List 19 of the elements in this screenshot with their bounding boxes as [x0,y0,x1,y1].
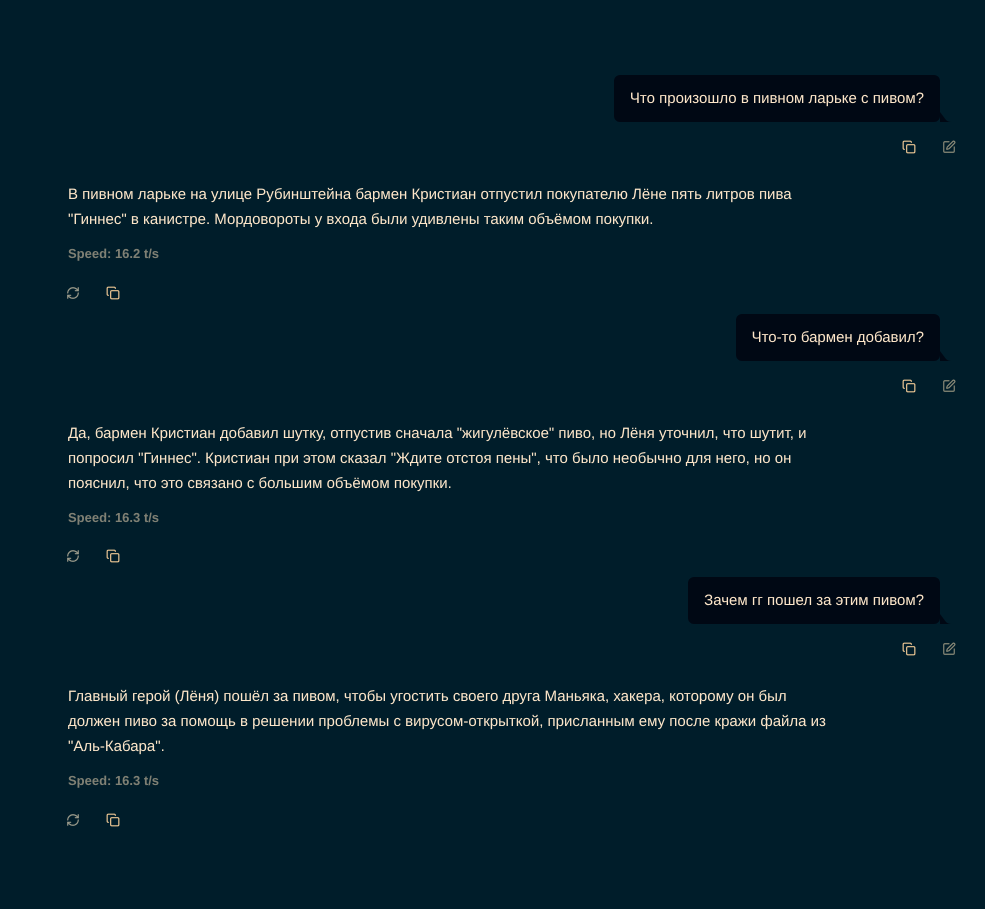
copy-button[interactable] [104,547,122,565]
edit-button[interactable] [940,138,958,156]
message-bubble: Что-то бармен добавил? [736,314,940,360]
message-bubble: Что произошло в пивном ларьке с пивом? [614,75,940,122]
copy-button[interactable] [104,810,122,828]
edit-button[interactable] [940,640,958,658]
answer-text: В пивном ларьке на улице Рубинштейна бармен Кристиан отпустил покупателю Лёне пять литров пива "Гиннес" в канистре. Мордовороты у входа были удивлены таким объёмом покупки. [68,185,793,230]
answer-text: Главный герой (Лёня) пошёл за пивом, чтобы угостить своего друга Маньяка, хакера, которому он был должен пиво за помощь в решении проблемы с вирусом-открыткой, присланным ему после кражи файла из "Аль-Кабара". [68,687,827,757]
speed-label: Speed: 16.3 t/s [68,508,160,527]
answer-text: Да, бармен Кристиан добавил шутку, отпустив сначала "жигулёвское" пиво, но Лёня уточнил, что шутит, и попросил "Гиннес". Кристиан при этом сказал "Ждите отстоя пены", что было необычно для него, но он пояснил, что это связано с большим объёмом покупки. [68,424,808,494]
copy-button[interactable] [900,640,918,658]
speed-label: Speed: 16.3 t/s [68,772,160,790]
copy-button[interactable] [104,284,122,302]
copy-button[interactable] [900,138,918,156]
edit-button[interactable] [940,376,958,394]
message-bubble: Зачем гг пошел за этим пивом? [688,577,940,624]
copy-button[interactable] [900,376,918,394]
regenerate-button[interactable] [64,547,82,565]
speed-label: Speed: 16.2 t/s [68,245,160,263]
